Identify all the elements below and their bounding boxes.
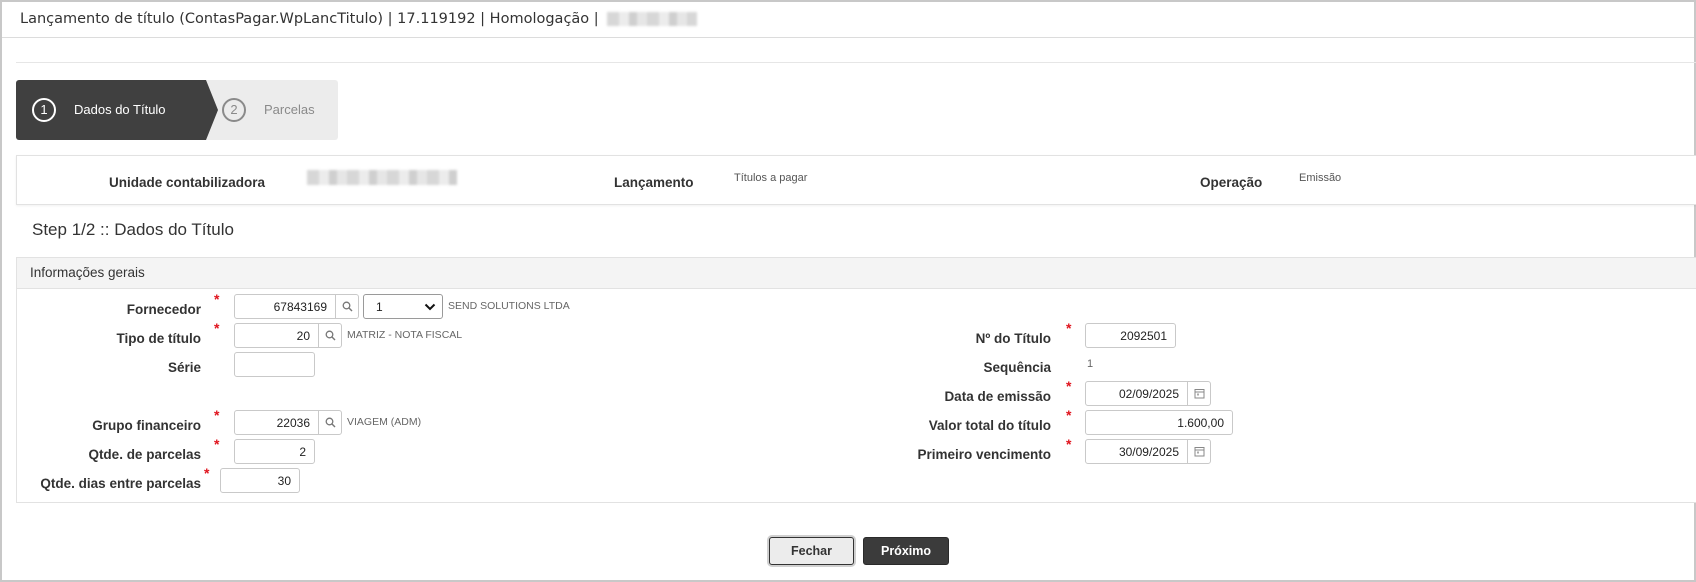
required-mark: * bbox=[1066, 378, 1072, 394]
required-mark: * bbox=[214, 320, 220, 336]
step-title: Step 1/2 :: Dados do Título bbox=[32, 220, 234, 239]
tipo-titulo-label: Tipo de título bbox=[116, 331, 202, 346]
serie-input[interactable] bbox=[234, 352, 315, 377]
step-label-2: Parcelas bbox=[264, 102, 315, 117]
numero-titulo-label: Nº do Título bbox=[975, 331, 1051, 346]
required-mark: * bbox=[1066, 436, 1072, 452]
sequencia-label: Sequência bbox=[983, 360, 1051, 375]
qtde-parcelas-input[interactable]: 2 bbox=[234, 439, 315, 464]
qtde-dias-input[interactable]: 30 bbox=[220, 468, 300, 493]
tipo-titulo-input[interactable]: 20 bbox=[234, 323, 319, 348]
required-mark: * bbox=[204, 465, 210, 481]
grupo-financeiro-search-button[interactable] bbox=[318, 410, 342, 435]
step-number-1: 1 bbox=[32, 98, 56, 122]
data-emissao-label: Data de emissão bbox=[944, 389, 1051, 404]
fornecedor-label: Fornecedor bbox=[126, 302, 201, 317]
window-title-bar: Lançamento de título (ContasPagar.WpLanc… bbox=[2, 2, 1694, 38]
next-button[interactable]: Próximo bbox=[863, 537, 949, 565]
lancamento-value: Títulos a pagar bbox=[734, 172, 808, 184]
data-emissao-input[interactable]: 02/09/2025 bbox=[1085, 381, 1188, 406]
numero-titulo-input[interactable]: 2092501 bbox=[1085, 323, 1176, 348]
tipo-titulo-search-button[interactable] bbox=[318, 323, 342, 348]
fornecedor-search-button[interactable] bbox=[335, 294, 359, 319]
redacted-environment bbox=[607, 12, 698, 26]
data-emissao-calendar-button[interactable] bbox=[1187, 381, 1211, 406]
window-title: Lançamento de título (ContasPagar.WpLanc… bbox=[20, 11, 599, 27]
wizard-steps: 1 Dados do Título 2 Parcelas bbox=[16, 80, 338, 140]
step-number-2: 2 bbox=[222, 98, 246, 122]
grupo-financeiro-label: Grupo financeiro bbox=[92, 418, 201, 433]
required-mark: * bbox=[214, 407, 220, 423]
operacao-value: Emissão bbox=[1299, 172, 1342, 184]
context-info-bar: Unidade contabilizadora Lançamento Títul… bbox=[16, 155, 1696, 205]
serie-label: Série bbox=[167, 360, 201, 375]
calendar-icon bbox=[1194, 389, 1204, 399]
wizard-step-dados-do-titulo[interactable]: 1 Dados do Título bbox=[16, 80, 218, 140]
app-window: Lançamento de título (ContasPagar.WpLanc… bbox=[0, 0, 1696, 582]
search-icon bbox=[342, 301, 352, 312]
divider bbox=[16, 62, 1696, 63]
redacted-unidade-value bbox=[307, 170, 457, 185]
tipo-titulo-description: MATRIZ - NOTA FISCAL bbox=[347, 329, 463, 341]
required-mark: * bbox=[214, 291, 220, 307]
fornecedor-select[interactable]: 1 bbox=[363, 294, 443, 319]
primeiro-vencimento-calendar-button[interactable] bbox=[1187, 439, 1211, 464]
calendar-icon bbox=[1194, 447, 1204, 457]
primeiro-vencimento-label: Primeiro vencimento bbox=[917, 447, 1051, 462]
primeiro-vencimento-input[interactable]: 30/09/2025 bbox=[1085, 439, 1188, 464]
valor-total-input[interactable]: 1.600,00 bbox=[1085, 410, 1233, 435]
grupo-financeiro-input[interactable]: 22036 bbox=[234, 410, 319, 435]
required-mark: * bbox=[214, 436, 220, 452]
chevron-down-icon bbox=[424, 303, 436, 311]
valor-total-label: Valor total do título bbox=[928, 418, 1051, 433]
operacao-label: Operação bbox=[1200, 175, 1263, 190]
qtde-dias-label: Qtde. dias entre parcelas bbox=[40, 476, 201, 491]
panel-title: Informações gerais bbox=[17, 258, 1696, 289]
sequencia-value: 1 bbox=[1087, 358, 1094, 370]
required-mark: * bbox=[1066, 320, 1072, 336]
required-mark: * bbox=[1066, 407, 1072, 423]
unidade-label: Unidade contabilizadora bbox=[109, 175, 266, 190]
lancamento-label: Lançamento bbox=[614, 175, 694, 190]
fornecedor-input[interactable]: 67843169 bbox=[234, 294, 336, 319]
close-button[interactable]: Fechar bbox=[769, 537, 854, 565]
fornecedor-description: SEND SOLUTIONS LTDA bbox=[448, 300, 570, 312]
fornecedor-select-value: 1 bbox=[376, 300, 383, 314]
search-icon bbox=[325, 417, 335, 428]
search-icon bbox=[325, 330, 335, 341]
step-label-1: Dados do Título bbox=[74, 102, 166, 117]
qtde-parcelas-label: Qtde. de parcelas bbox=[88, 447, 201, 462]
grupo-financeiro-description: VIAGEM (ADM) bbox=[347, 416, 422, 428]
